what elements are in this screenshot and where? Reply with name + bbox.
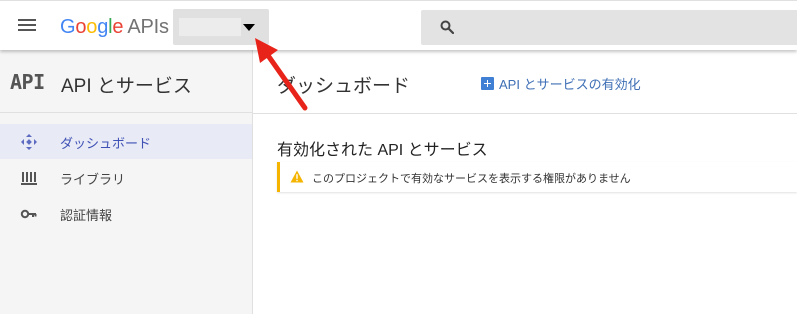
permission-warning: このプロジェクトで有効なサービスを表示する権限がありません bbox=[277, 162, 797, 192]
sidebar: API API とサービス ダッシュボード ライブラリ 認証情報 bbox=[0, 50, 253, 314]
sidebar-item-dashboard[interactable]: ダッシュボード bbox=[0, 124, 252, 159]
logo-apis-text: APIs bbox=[127, 16, 169, 38]
sidebar-item-credentials[interactable]: 認証情報 bbox=[0, 196, 252, 231]
logo-letter-o1: o bbox=[75, 16, 87, 38]
top-app-bar: Google APIs bbox=[0, 0, 797, 50]
enable-apis-link[interactable]: API とサービスの有効化 bbox=[481, 75, 641, 92]
search-icon bbox=[440, 20, 454, 34]
dashboard-icon bbox=[21, 134, 37, 150]
api-logo-icon: API bbox=[10, 70, 45, 94]
warning-message: このプロジェクトで有効なサービスを表示する権限がありません bbox=[312, 173, 631, 185]
library-icon bbox=[21, 172, 37, 185]
logo-letter-g2: g bbox=[97, 16, 109, 38]
sidebar-item-label: 認証情報 bbox=[60, 208, 113, 223]
key-icon bbox=[20, 209, 37, 219]
google-apis-logo[interactable]: Google APIs bbox=[60, 15, 169, 39]
sidebar-item-label: ライブラリ bbox=[60, 172, 126, 187]
caret-down-icon bbox=[243, 24, 255, 31]
logo-letter-o2: o bbox=[86, 16, 98, 38]
logo-letter-g: G bbox=[60, 16, 76, 38]
sidebar-item-library[interactable]: ライブラリ bbox=[0, 160, 252, 195]
enabled-apis-heading: 有効化された API とサービス bbox=[277, 142, 488, 159]
api-console-page: Google APIs API API とサービス ダッシュボード ライブラリ … bbox=[0, 0, 797, 314]
sidebar-title: API とサービス bbox=[61, 76, 192, 97]
plus-box-icon bbox=[481, 76, 494, 90]
enable-apis-label: API とサービスの有効化 bbox=[499, 76, 641, 92]
main-header: ダッシュボード API とサービスの有効化 bbox=[253, 50, 797, 114]
warning-icon bbox=[290, 170, 304, 183]
sidebar-item-label: ダッシュボード bbox=[60, 136, 152, 151]
logo-letter-e: e bbox=[112, 16, 124, 38]
project-name-field bbox=[179, 18, 241, 36]
red-arrow-icon bbox=[255, 38, 308, 111]
search-bar[interactable] bbox=[421, 10, 797, 45]
hamburger-menu-icon[interactable] bbox=[18, 17, 38, 33]
search-input[interactable] bbox=[465, 10, 785, 45]
sidebar-header: API API とサービス bbox=[0, 50, 252, 113]
